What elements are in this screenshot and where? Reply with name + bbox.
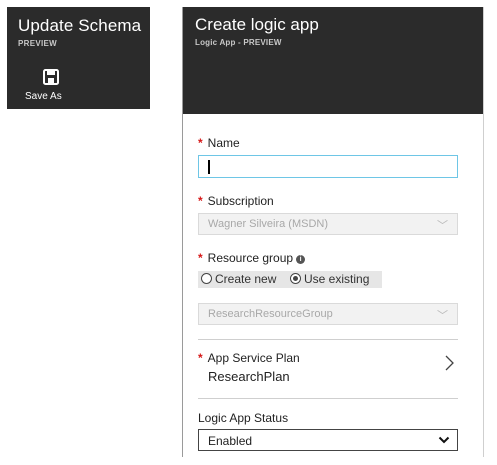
radio-create-new[interactable]: Create new <box>201 272 276 286</box>
app-service-plan-label: * App Service Plan <box>198 351 300 365</box>
save-as-button[interactable]: Save As <box>19 67 63 105</box>
subscription-label: * Subscription <box>198 194 274 208</box>
chevron-down-icon: ﹀ <box>437 220 448 232</box>
app-service-plan-selector[interactable]: * App Service Plan ResearchPlan <box>198 348 458 388</box>
create-logic-app-blade: Create logic app Logic App - PREVIEW * Na… <box>182 7 484 457</box>
update-schema-title: Update Schema <box>18 16 142 35</box>
subscription-select[interactable]: Wagner Silveira (MSDN) ﹀ <box>198 213 458 235</box>
floppy-disk-icon <box>43 69 59 85</box>
chevron-down-icon <box>438 434 450 444</box>
divider <box>198 398 458 399</box>
info-icon[interactable]: i <box>296 255 306 264</box>
name-input[interactable] <box>198 155 458 178</box>
app-service-plan-value: ResearchPlan <box>208 369 290 384</box>
resource-group-select[interactable]: ResearchResourceGroup ﹀ <box>198 303 458 325</box>
subscription-value: Wagner Silveira (MSDN) <box>208 218 329 230</box>
logic-app-status-select[interactable]: Enabled <box>198 429 458 451</box>
chevron-down-icon: ﹀ <box>437 310 448 322</box>
resource-group-label: * Resource group i <box>198 251 306 265</box>
blade-header: Create logic app Logic App - PREVIEW <box>183 7 483 114</box>
required-marker: * <box>198 194 203 208</box>
blade-subtitle: Logic App - PREVIEW <box>195 38 282 47</box>
update-schema-blade: Update Schema PREVIEW Save As <box>7 7 150 109</box>
logic-app-status-value: Enabled <box>208 434 253 448</box>
blade-title: Create logic app <box>195 15 319 34</box>
required-marker: * <box>198 351 203 365</box>
text-cursor <box>208 160 210 174</box>
update-schema-subtitle: PREVIEW <box>18 39 57 48</box>
radio-use-existing[interactable]: Use existing <box>290 272 369 286</box>
resource-group-value: ResearchResourceGroup <box>208 308 333 320</box>
resource-group-radio-group: Create new Use existing <box>198 271 382 288</box>
chevron-right-icon <box>442 353 456 373</box>
radio-unselected-icon <box>201 273 212 284</box>
name-label: * Name <box>198 136 240 150</box>
logic-app-status-label: Logic App Status <box>198 411 289 425</box>
divider <box>198 339 458 340</box>
radio-selected-icon <box>290 273 301 284</box>
save-as-label: Save As <box>25 91 62 102</box>
required-marker: * <box>198 136 203 150</box>
required-marker: * <box>198 251 203 265</box>
